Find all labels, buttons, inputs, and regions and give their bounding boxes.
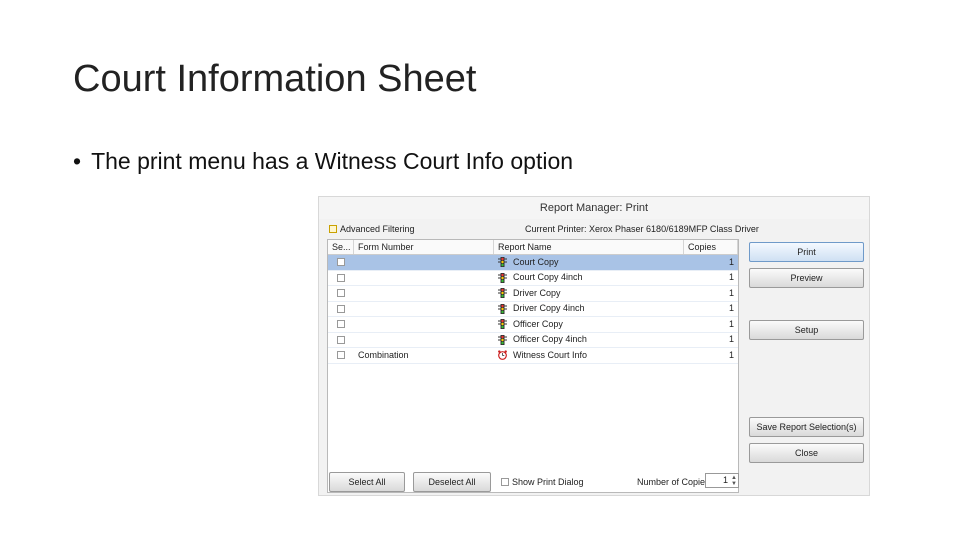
copies-cell: 1	[728, 287, 734, 298]
copies-cell: 1	[728, 318, 734, 329]
traffic-light-icon	[498, 257, 507, 268]
row-checkbox[interactable]	[337, 273, 345, 282]
report-name-cell: Court Copy	[494, 255, 684, 270]
advanced-filtering-option[interactable]: Advanced Filtering	[329, 224, 415, 234]
report-name-text: Driver Copy	[513, 287, 561, 298]
form-number-cell: Combination	[358, 349, 409, 360]
table-row[interactable]: Officer Copy 1	[328, 317, 738, 333]
column-header-report-name[interactable]: Report Name	[494, 240, 684, 254]
setup-button[interactable]: Setup	[749, 320, 864, 340]
row-select-cell[interactable]	[328, 333, 354, 348]
show-print-dialog-option[interactable]: Show Print Dialog	[501, 477, 584, 487]
row-checkbox[interactable]	[337, 351, 345, 360]
row-checkbox[interactable]	[337, 258, 345, 267]
form-number-cell	[354, 333, 494, 348]
grid-body: Court Copy 1 Court Copy 4inch 1 Driver Copy 1…	[328, 255, 738, 364]
table-row[interactable]: Driver Copy 4inch 1	[328, 302, 738, 317]
advanced-filtering-label: Advanced Filtering	[340, 224, 415, 234]
row-checkbox[interactable]	[337, 289, 345, 298]
bullet-point: • The print menu has a Witness Court Info…	[73, 148, 573, 175]
window-title: Report Manager: Print	[319, 197, 869, 219]
table-row[interactable]: Court Copy 4inch 1	[328, 271, 738, 286]
form-number-cell	[354, 271, 494, 286]
slide-title: Court Information Sheet	[73, 58, 477, 100]
form-number-cell	[354, 302, 494, 317]
traffic-light-icon	[498, 303, 507, 314]
traffic-light-icon	[498, 319, 507, 330]
row-select-cell[interactable]	[328, 302, 354, 317]
row-checkbox[interactable]	[337, 320, 345, 329]
report-name-cell: Witness Court Info	[494, 348, 684, 363]
number-of-copies-label: Number of Copies	[637, 477, 710, 487]
close-button[interactable]: Close	[749, 443, 864, 463]
copies-cell: 1	[728, 256, 734, 267]
show-print-dialog-label: Show Print Dialog	[512, 477, 584, 487]
report-name-text: Driver Copy 4inch	[513, 303, 585, 314]
traffic-light-icon	[498, 334, 507, 345]
column-header-select[interactable]: Se...	[328, 240, 354, 254]
row-select-cell[interactable]	[328, 286, 354, 301]
column-header-copies[interactable]: Copies	[684, 240, 738, 254]
number-of-copies-value: 1	[722, 475, 728, 485]
report-name-cell: Officer Copy 4inch	[494, 333, 684, 348]
advanced-filtering-checkbox[interactable]	[329, 225, 337, 233]
report-name-text: Court Copy	[513, 256, 559, 267]
traffic-light-icon	[498, 288, 507, 299]
select-all-button[interactable]: Select All	[329, 472, 405, 492]
report-name-cell: Driver Copy	[494, 286, 684, 301]
copies-cell: 1	[728, 349, 734, 360]
table-row[interactable]: Combination Witness Court Info 1	[328, 348, 738, 364]
column-header-form-number[interactable]: Form Number	[354, 240, 494, 254]
report-manager-window: Report Manager: Print Advanced Filtering…	[318, 196, 870, 496]
table-row[interactable]: Court Copy 1	[328, 255, 738, 271]
report-name-text: Officer Copy	[513, 318, 563, 329]
deselect-all-button[interactable]: Deselect All	[413, 472, 491, 492]
row-checkbox[interactable]	[337, 304, 345, 313]
current-printer-label: Current Printer: Xerox Phaser 6180/6189M…	[525, 224, 759, 234]
row-select-cell[interactable]	[328, 271, 354, 286]
report-grid: Se... Form Number Report Name Copies Cou…	[327, 239, 739, 493]
traffic-light-icon	[498, 272, 507, 283]
report-name-cell: Court Copy 4inch	[494, 271, 684, 286]
copies-cell: 1	[728, 303, 734, 314]
report-name-text: Officer Copy 4inch	[513, 334, 587, 345]
print-button[interactable]: Print	[749, 242, 864, 262]
alarm-clock-icon	[498, 350, 507, 361]
copies-cell: 1	[728, 272, 734, 283]
report-name-cell: Officer Copy	[494, 317, 684, 332]
spinner-arrows-icon[interactable]: ▲ ▼	[731, 475, 737, 487]
report-name-text: Court Copy 4inch	[513, 272, 583, 283]
bullet-text: The print menu has a Witness Court Info …	[91, 148, 574, 174]
table-row[interactable]: Officer Copy 4inch 1	[328, 333, 738, 348]
bullet-dot: •	[73, 148, 82, 174]
form-number-cell	[354, 317, 494, 332]
table-row[interactable]: Driver Copy 1	[328, 286, 738, 302]
grid-header: Se... Form Number Report Name Copies	[328, 240, 738, 255]
number-of-copies-stepper[interactable]: 1 ▲ ▼	[705, 473, 739, 488]
report-name-cell: Driver Copy 4inch	[494, 302, 684, 317]
form-number-cell	[354, 286, 494, 301]
save-report-selection-button[interactable]: Save Report Selection(s)	[749, 417, 864, 437]
preview-button[interactable]: Preview	[749, 268, 864, 288]
row-select-cell[interactable]	[328, 348, 354, 363]
show-print-dialog-checkbox[interactable]	[501, 478, 509, 486]
copies-cell: 1	[728, 334, 734, 345]
row-select-cell[interactable]	[328, 317, 354, 332]
row-checkbox[interactable]	[337, 335, 345, 344]
report-name-text: Witness Court Info	[513, 349, 588, 360]
form-number-cell	[354, 255, 494, 270]
row-select-cell[interactable]	[328, 255, 354, 270]
